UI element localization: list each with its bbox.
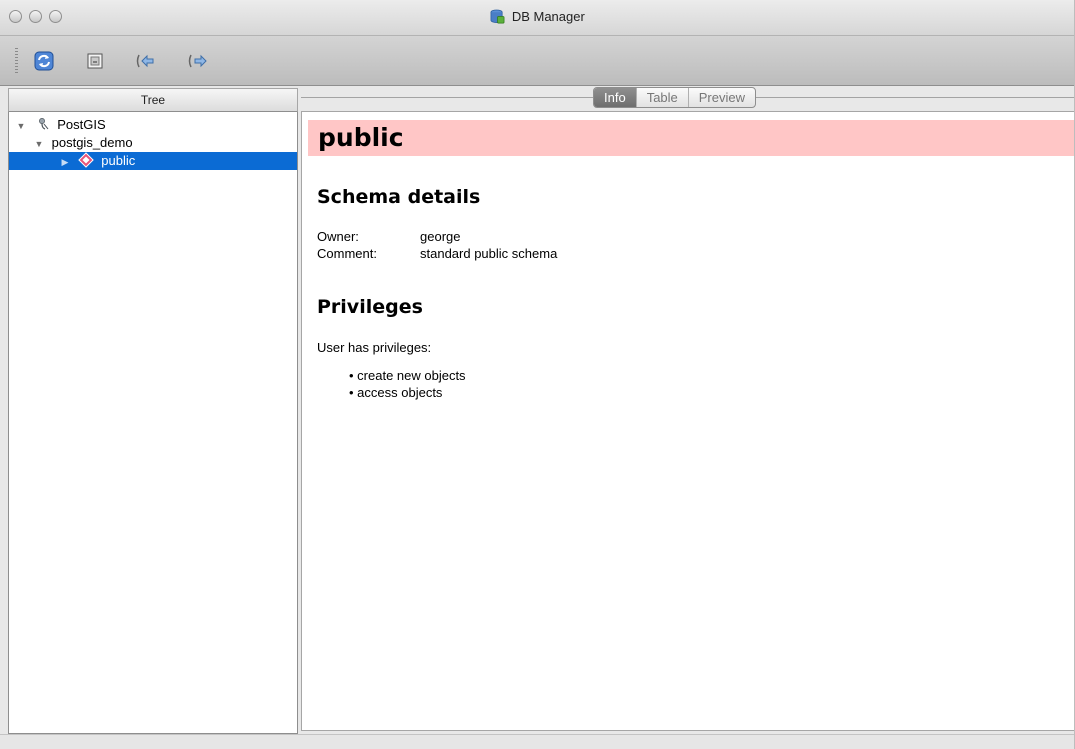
- info-view: public Schema details Owner: george Comme…: [301, 111, 1074, 731]
- tree-item-public[interactable]: ▶ public: [9, 152, 297, 170]
- privileges-heading: Privileges: [317, 296, 423, 318]
- tab-preview[interactable]: Preview: [687, 88, 755, 107]
- collapse-triangle-icon[interactable]: ▶: [59, 153, 71, 171]
- window-title-wrap: DB Manager: [0, 9, 1074, 24]
- import-icon: [136, 54, 154, 68]
- owner-value: george: [420, 229, 461, 244]
- owner-row: Owner: george: [317, 228, 460, 245]
- details-pane: Info Table Preview public Schema details…: [301, 86, 1074, 734]
- refresh-icon: [34, 51, 54, 71]
- schema-icon: [77, 152, 94, 168]
- import-layer-button[interactable]: [133, 49, 157, 73]
- tab-bar: Info Table Preview: [593, 87, 757, 108]
- schema-title-banner: public: [308, 120, 1074, 156]
- tree-view[interactable]: ▼ PostGIS ▼ postgis_demo ▶ public: [8, 112, 298, 734]
- expand-triangle-icon[interactable]: ▼: [15, 117, 27, 135]
- tree-item-label: public: [101, 153, 136, 168]
- tree-item-label: PostGIS: [57, 117, 106, 132]
- schema-details-heading: Schema details: [317, 186, 481, 208]
- comment-value: standard public schema: [420, 246, 558, 261]
- expand-triangle-icon[interactable]: ▼: [33, 135, 45, 153]
- status-bar: [0, 734, 1074, 749]
- privileges-intro: User has privileges:: [317, 340, 432, 355]
- export-icon: [188, 54, 207, 68]
- db-manager-window: DB Manager Tree ▼ PostGIS ▼ postgis_demo…: [0, 0, 1075, 749]
- toolbar: [0, 36, 1074, 86]
- schema-title: public: [318, 123, 404, 152]
- export-file-button[interactable]: [186, 49, 210, 73]
- comment-row: Comment: standard public schema: [317, 245, 557, 262]
- tree-item-postgis[interactable]: ▼ PostGIS: [9, 116, 297, 134]
- tree-item-label: postgis_demo: [51, 135, 133, 150]
- list-item: • access objects: [349, 385, 443, 400]
- tree-header[interactable]: Tree: [8, 88, 298, 112]
- owner-label: Owner:: [317, 229, 359, 244]
- privileges-list: • create new objects • access objects: [349, 367, 466, 401]
- db-manager-icon: [490, 9, 505, 24]
- tab-info[interactable]: Info: [594, 88, 636, 107]
- tab-table[interactable]: Table: [635, 88, 688, 107]
- refresh-button[interactable]: [32, 49, 56, 73]
- window-title: DB Manager: [511, 9, 585, 24]
- tree-item-postgis-demo[interactable]: ▼ postgis_demo: [9, 134, 297, 152]
- list-item: • create new objects: [349, 368, 466, 383]
- tree-pane: Tree ▼ PostGIS ▼ postgis_demo ▶ public: [8, 86, 298, 734]
- comment-label: Comment:: [317, 246, 377, 261]
- postgis-elephant-icon: [38, 118, 49, 130]
- sql-window-icon: [87, 53, 103, 69]
- toolbar-grip[interactable]: [15, 48, 18, 74]
- sql-window-button[interactable]: [83, 49, 107, 73]
- title-bar: DB Manager: [0, 0, 1074, 36]
